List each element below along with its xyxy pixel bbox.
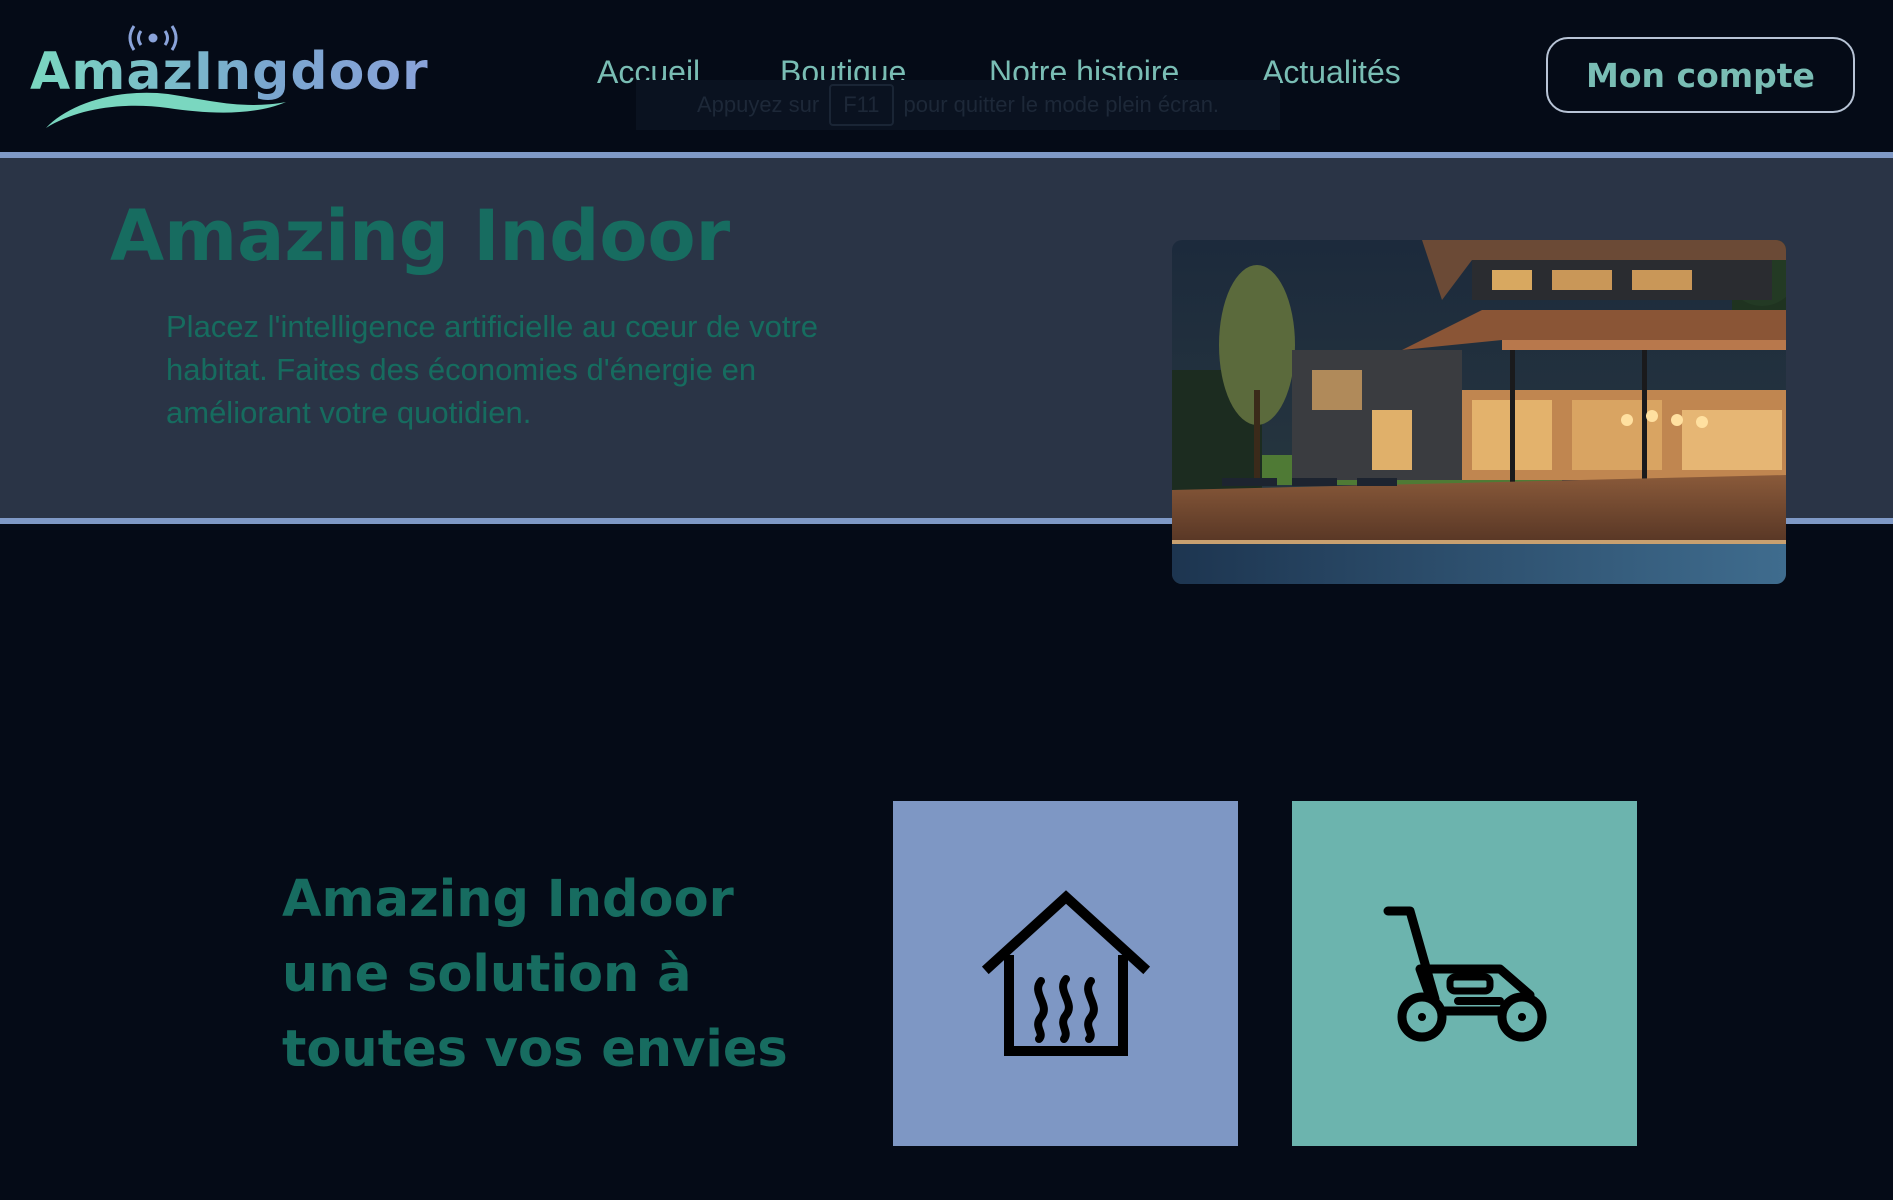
feature-card-lawn-mower[interactable] (1292, 801, 1637, 1146)
fullscreen-hint-after: pour quitter le mode plein écran. (903, 92, 1220, 117)
site-header: AmazIngdoor Accueil Boutique Notre histo… (0, 0, 1893, 152)
hero-house-image (1172, 240, 1786, 584)
house-heating-icon (981, 889, 1150, 1056)
hero-title: Amazing Indoor (110, 195, 731, 277)
fullscreen-hint-before: Appuyez sur (696, 92, 820, 117)
account-button[interactable]: Mon compte (1546, 37, 1855, 113)
features-title: Amazing Indoor une solution à toutes vos… (282, 870, 788, 1079)
lawn-mower-icon (1383, 906, 1546, 1041)
feature-card-heating[interactable] (893, 801, 1238, 1146)
fullscreen-hint-key: F11 (829, 84, 894, 126)
nav-item-actualites[interactable]: Actualités (1262, 54, 1401, 91)
fullscreen-hint: Appuyez sur F11 pour quitter le mode ple… (636, 80, 1280, 130)
hero-description: Placez l'intelligence artificielle au cœ… (166, 309, 819, 430)
